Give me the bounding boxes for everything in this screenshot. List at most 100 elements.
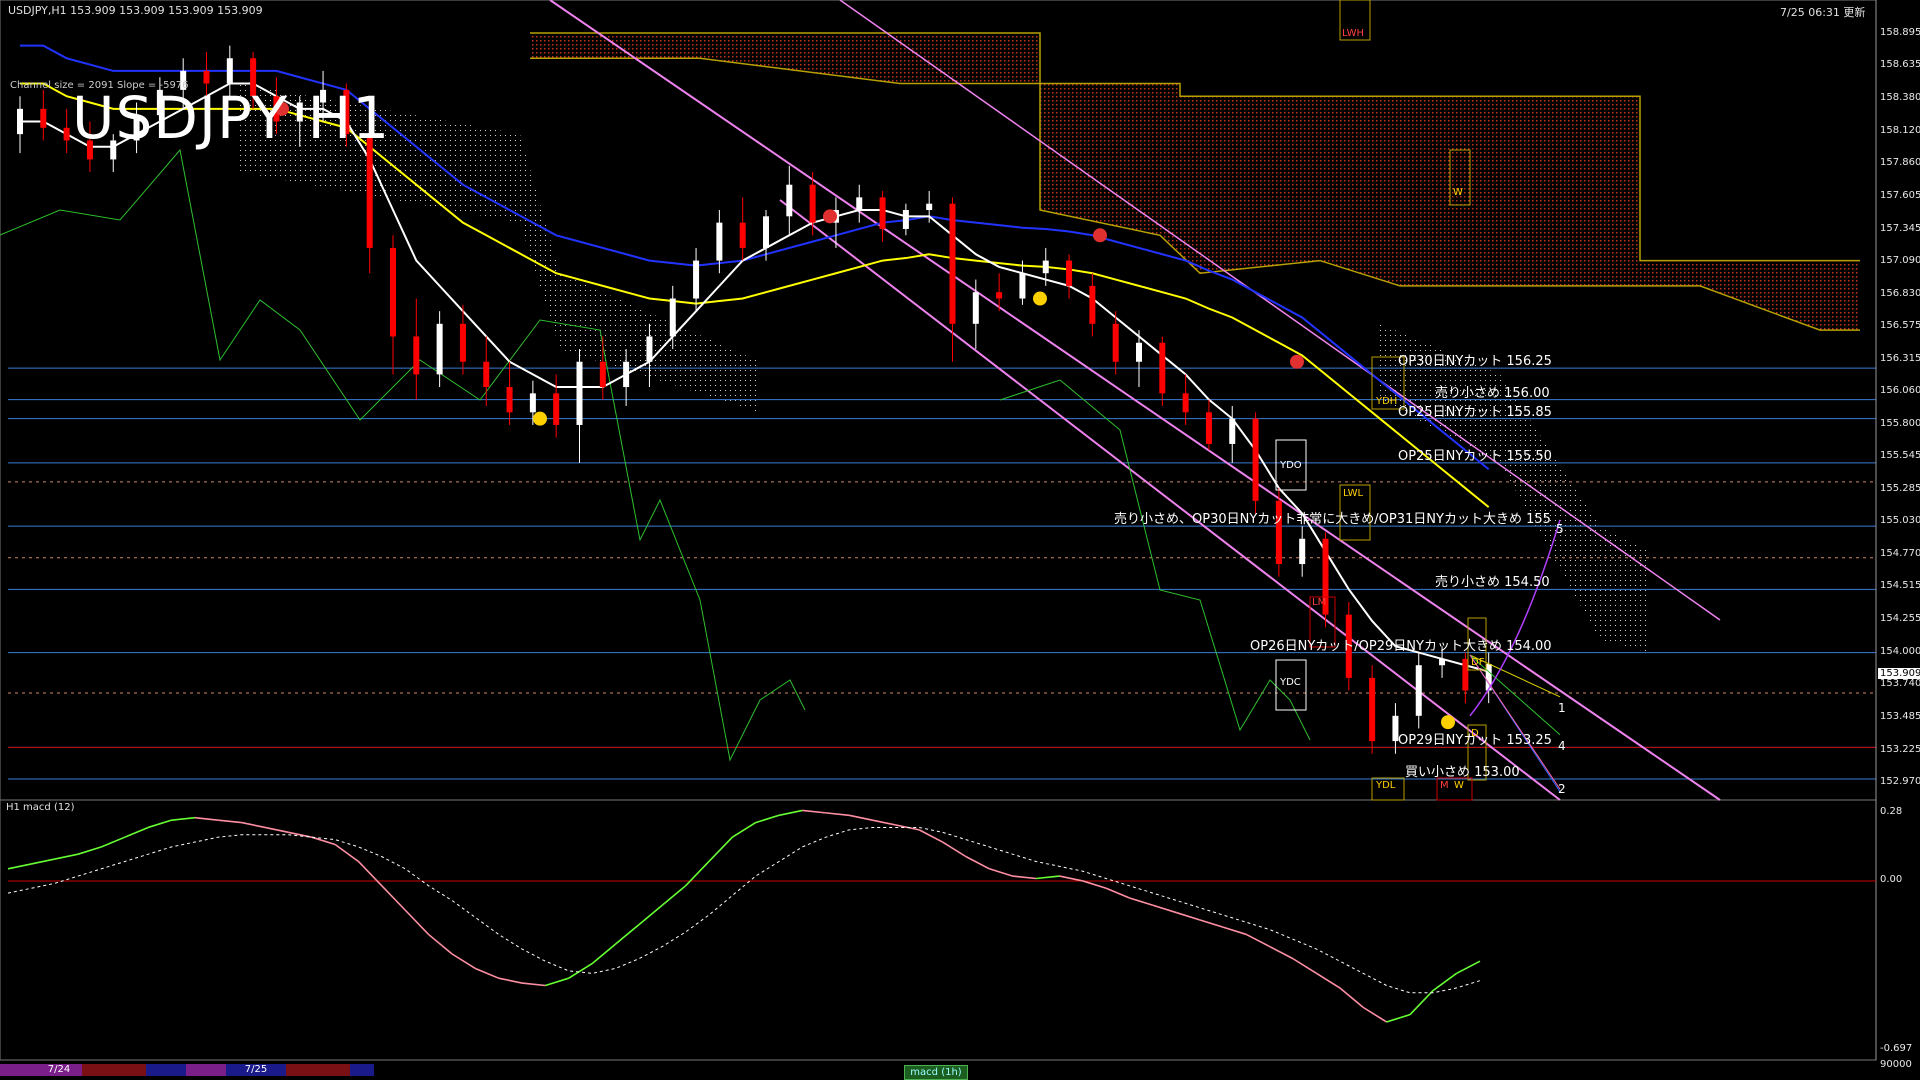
candle-body <box>1042 260 1049 274</box>
macd-segment <box>1176 911 1200 921</box>
price-axis-label: 153.225 <box>1880 743 1920 755</box>
candle-body <box>739 222 746 248</box>
macd-signal-line <box>7 826 1481 994</box>
candle-body <box>483 361 490 388</box>
candle-body <box>1089 285 1096 324</box>
candle-body <box>529 393 536 413</box>
macd-segment <box>1245 933 1271 948</box>
date-label-7-24: 7/24 <box>36 1064 82 1076</box>
macd-segment <box>708 836 733 863</box>
macd-segment <box>1316 972 1341 989</box>
candle-body <box>1415 665 1422 716</box>
candle-body <box>763 216 769 248</box>
subwindow-title: H1 macd (12) <box>6 802 75 813</box>
macd-segment <box>474 967 499 979</box>
candle-body <box>436 323 443 375</box>
macd-segment <box>171 816 196 821</box>
macd-segment <box>1129 897 1154 907</box>
candle-body <box>1205 412 1212 444</box>
macd-segment <box>1456 960 1481 975</box>
macd-segment <box>381 885 406 911</box>
level-label-6: OP26日NYカット/OP29日NYカット大きめ 154.00 <box>1250 638 1552 654</box>
candle-body <box>459 323 466 362</box>
macd-segment <box>731 821 757 838</box>
macd-segment <box>1199 919 1224 928</box>
candle-body <box>17 108 23 135</box>
candle-body <box>413 336 420 375</box>
price-axis-label: 154.000 <box>1880 645 1920 657</box>
timestamp: 7/25 06:31 更新 <box>1780 6 1866 19</box>
macd-segment <box>1362 1006 1387 1023</box>
candle-body <box>226 58 233 84</box>
level-label-1: 売り小さめ 156.00 <box>1435 385 1550 401</box>
macd-segment <box>1386 1013 1411 1023</box>
macd-axis-label: 90000 <box>1880 1059 1912 1070</box>
level-label-5: 売り小さめ 154.50 <box>1435 575 1550 591</box>
fan-label-1: 1 <box>1558 701 1566 715</box>
macd-axis-label: 0.00 <box>1880 873 1903 885</box>
price-axis-label: 158.635 <box>1880 59 1920 71</box>
candle-body <box>203 70 210 84</box>
price-axis-label: 154.770 <box>1880 548 1920 560</box>
macd-segment <box>965 855 990 870</box>
price-axis-label: 156.315 <box>1880 352 1920 364</box>
box-label-lwl: LWL <box>1343 488 1364 499</box>
chikou-span-2 <box>999 379 1311 741</box>
box-label-ydo: YDO <box>1280 460 1302 471</box>
box-label-ydl: YDL <box>1376 780 1396 791</box>
signal-marker-3 <box>1290 354 1304 369</box>
macd-segment <box>218 819 242 824</box>
chart-canvas[interactable] <box>0 0 1920 1080</box>
price-axis-label: 153.740 <box>1880 678 1920 690</box>
candle-body <box>646 336 653 362</box>
macd-axis-label: 0.28 <box>1880 805 1903 817</box>
macd-segment <box>241 821 266 829</box>
macd-segment <box>685 860 710 887</box>
price-axis-label: 152.970 <box>1880 775 1920 787</box>
price-axis-label: 154.255 <box>1880 613 1920 625</box>
macd-segment <box>872 819 897 826</box>
box-label-ydh: YDH <box>1376 396 1398 407</box>
candle-body <box>1066 260 1073 286</box>
price-axis-label: 157.605 <box>1880 189 1920 201</box>
date-label-7-25: 7/25 <box>226 1064 286 1076</box>
macd-segment <box>989 868 1013 877</box>
fan-label-5: 5 <box>1556 522 1564 536</box>
candle-body <box>1112 323 1119 362</box>
price-axis-label: 155.800 <box>1880 417 1920 429</box>
candle-body <box>623 361 630 388</box>
candle-body <box>1252 418 1259 501</box>
macd-segment <box>428 933 453 955</box>
macd-tab[interactable]: macd (1h) <box>904 1065 968 1080</box>
price-axis-label: 157.860 <box>1880 157 1920 169</box>
candle-body <box>1182 393 1189 413</box>
macd-segment <box>498 977 523 984</box>
macd-segment <box>1292 958 1317 975</box>
price-axis-label: 156.830 <box>1880 287 1920 299</box>
signal-marker-5 <box>1033 291 1047 306</box>
macd-segment <box>31 858 55 865</box>
macd-segment <box>194 816 219 821</box>
chart-title: USDJPY H1 <box>72 84 391 152</box>
candle-body <box>926 203 933 210</box>
macd-segment <box>1059 875 1083 882</box>
channel-lower <box>779 199 1561 801</box>
instrument-info: USDJPY,H1 153.909 153.909 153.909 153.90… <box>8 4 263 17</box>
macd-segment <box>451 953 476 970</box>
candle-body <box>809 184 816 223</box>
price-axis-label: 154.515 <box>1880 580 1920 592</box>
level-label-0: OP30日NYカット 156.25 <box>1398 354 1552 370</box>
candle-body <box>1462 658 1469 691</box>
signal-marker-1 <box>823 209 837 224</box>
price-axis-label: 156.060 <box>1880 385 1920 397</box>
box-label-d: D <box>1471 728 1479 739</box>
box-label-w: W <box>1453 187 1463 198</box>
signal-marker-6 <box>1441 715 1455 730</box>
current-price-tag: 153.909 <box>1878 668 1920 679</box>
level-label-8: 買い小さめ 153.00 <box>1405 765 1520 781</box>
candle-body <box>716 222 723 261</box>
macd-segment <box>778 809 803 817</box>
level-label-4: 売り小さめ、OP30日NYカット非常に大きめ/OP31日NYカット大きめ 155 <box>1114 512 1551 528</box>
box-label-ydc: YDC <box>1280 677 1301 688</box>
macd-segment <box>1105 887 1130 899</box>
